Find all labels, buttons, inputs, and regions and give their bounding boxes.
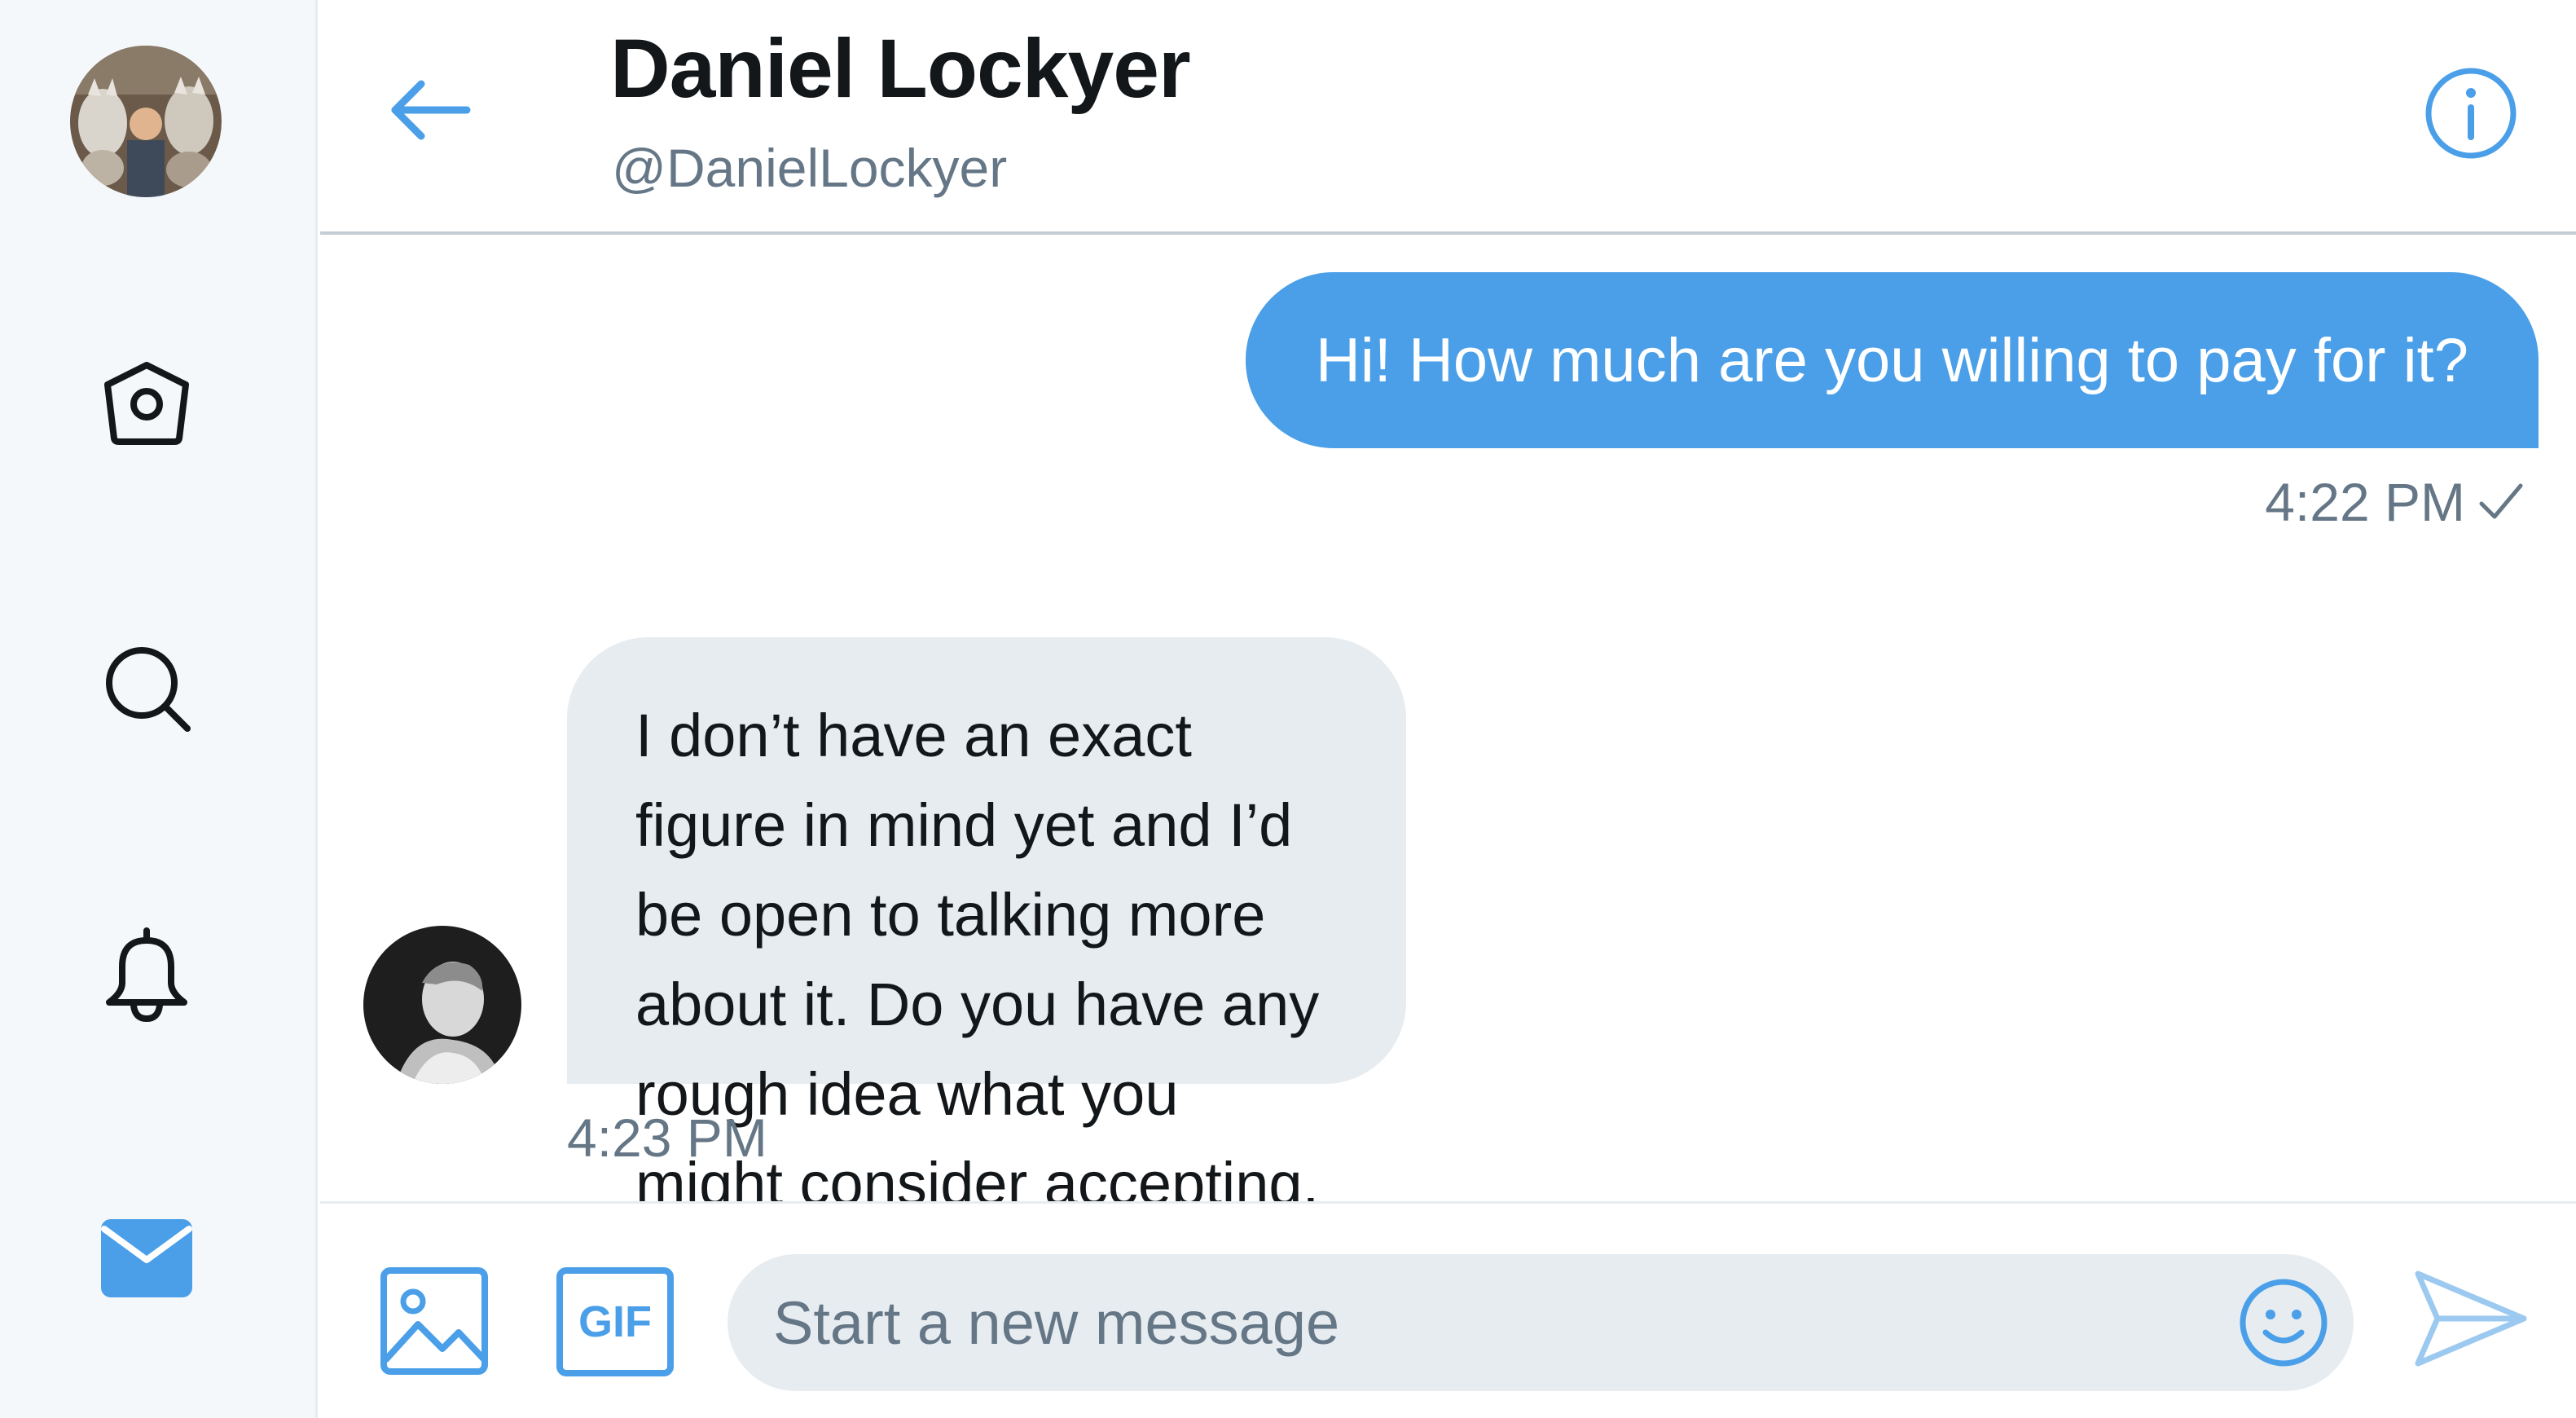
message-input[interactable] [773, 1254, 2207, 1391]
send-icon [2415, 1270, 2527, 1367]
profile-photo [70, 46, 222, 197]
add-gif-button[interactable]: GIF [556, 1267, 674, 1376]
sidebar-item-notifications[interactable] [90, 916, 204, 1030]
message-bubble-outgoing[interactable]: Hi! How much are you willing to pay for … [1245, 272, 2539, 448]
message-time: 4:22 PM [2265, 472, 2465, 532]
conversation-info-button[interactable] [2423, 65, 2519, 161]
add-photo-button[interactable] [377, 1264, 491, 1378]
sent-check-icon [2479, 483, 2523, 519]
sidebar-item-search[interactable] [90, 631, 204, 745]
conversation-header: Daniel Lockyer @DanielLockyer [320, 0, 2576, 235]
message-input-container [728, 1254, 2354, 1391]
emoji-button[interactable] [2235, 1274, 2332, 1372]
search-icon [106, 647, 191, 732]
back-button[interactable] [377, 65, 483, 155]
sidebar-item-messages[interactable] [90, 1201, 204, 1315]
conversation-handle[interactable]: @DanielLockyer [612, 137, 1007, 199]
sender-photo [363, 926, 521, 1084]
image-icon [380, 1267, 488, 1375]
send-button[interactable] [2410, 1257, 2532, 1380]
message-timestamp: 4:22 PM [2265, 471, 2525, 533]
sender-avatar[interactable] [363, 926, 521, 1084]
mail-icon [101, 1219, 192, 1297]
message-text: Hi! How much are you willing to pay for … [1315, 325, 2468, 395]
sidebar-nav [0, 0, 318, 1418]
conversation-title: Daniel Lockyer [610, 22, 1191, 115]
message-bubble-incoming[interactable]: I don’t have an exact figure in mind yet… [567, 637, 1406, 1397]
message-timestamp: 4:23 PM [567, 1108, 767, 1168]
emoji-icon [2240, 1279, 2328, 1367]
info-icon [2425, 68, 2517, 159]
sidebar-item-home[interactable] [90, 346, 204, 460]
message-composer: GIF [320, 1201, 2576, 1418]
bell-icon [106, 927, 187, 1023]
profile-avatar[interactable] [70, 46, 222, 197]
arrow-left-icon [391, 80, 471, 140]
home-icon [104, 362, 189, 445]
gif-label: GIF [578, 1297, 652, 1346]
